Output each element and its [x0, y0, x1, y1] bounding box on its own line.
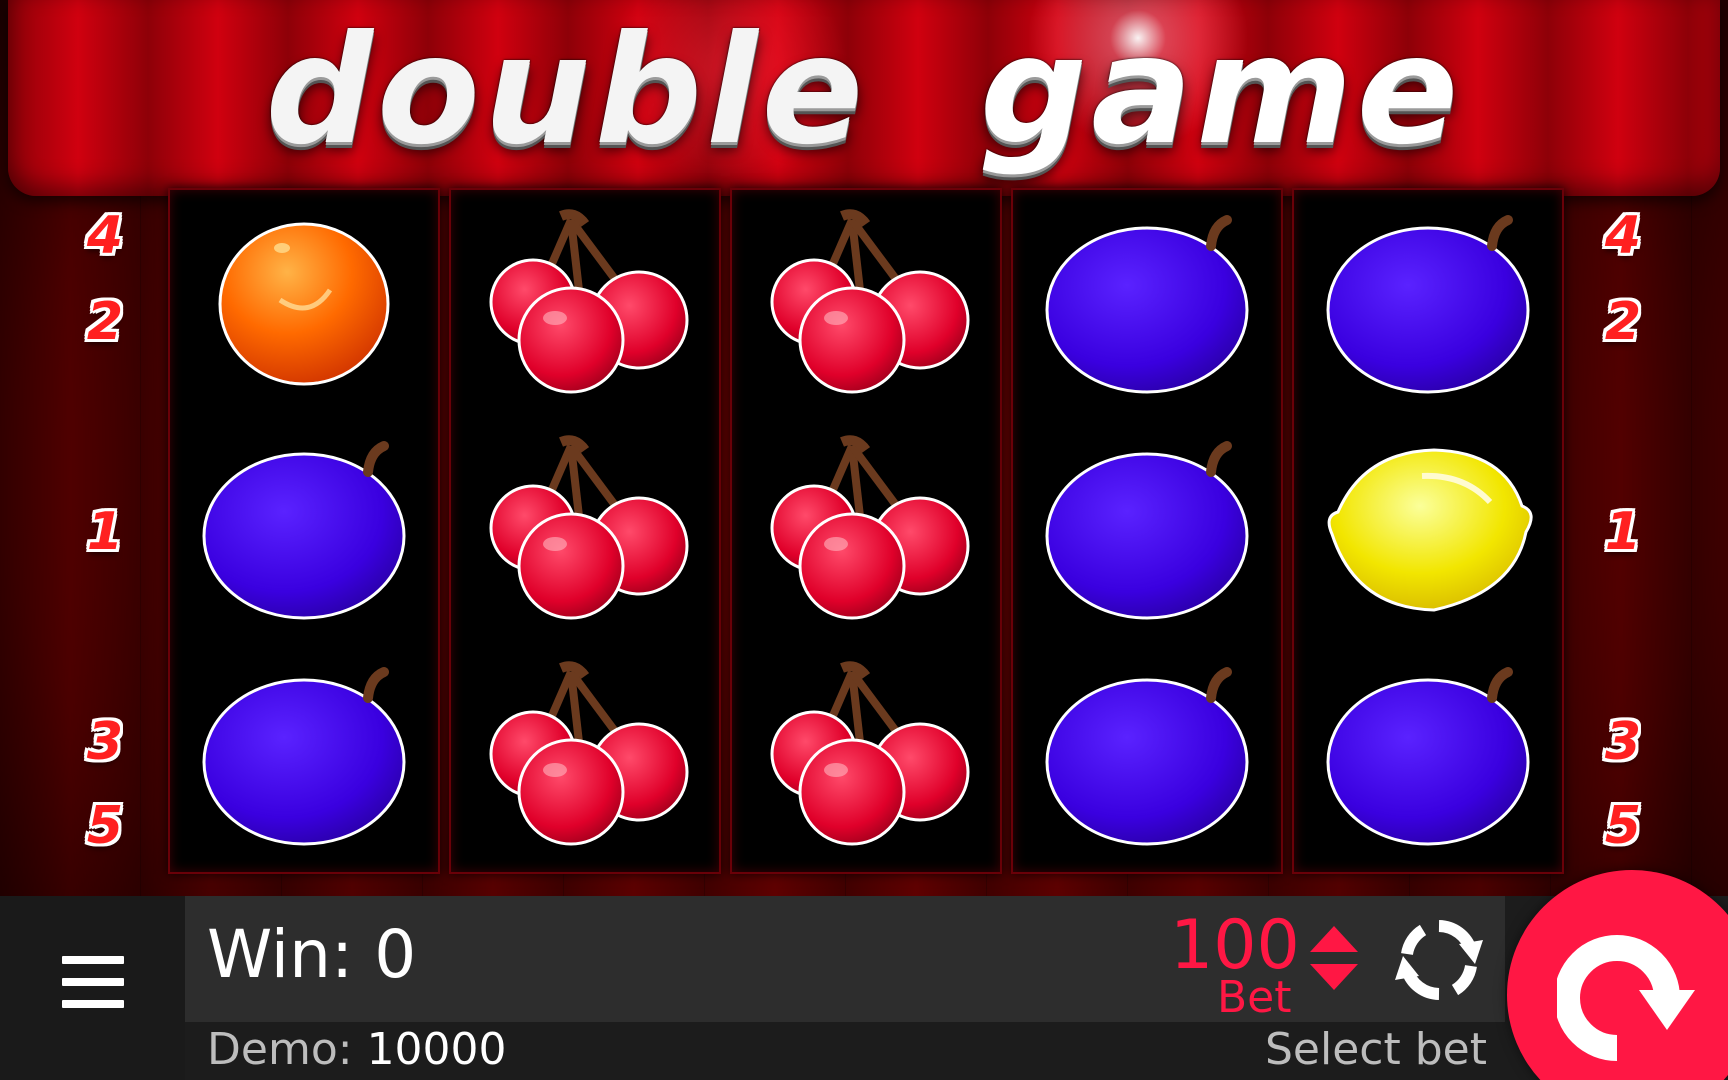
paylines-right: 4 2 1 3 5 — [1548, 196, 1698, 896]
plum-symbol-icon — [170, 642, 438, 868]
win-display: Win: 0 — [207, 916, 416, 993]
win-label: Win: — [207, 916, 354, 993]
paylines-left: 4 2 1 3 5 — [30, 196, 180, 896]
demo-value: 10000 — [366, 1024, 507, 1075]
cherry-symbol-icon — [451, 642, 719, 868]
payline-3-right[interactable]: 3 — [1548, 712, 1698, 772]
demo-label: Demo: — [207, 1024, 353, 1075]
cherry-symbol-icon — [451, 190, 719, 416]
reel-5 — [1292, 188, 1564, 874]
payline-4-right[interactable]: 4 — [1548, 206, 1698, 266]
title-banner: double game — [8, 0, 1720, 196]
plum-symbol-icon — [1294, 190, 1562, 416]
bet-decrease-arrow-icon[interactable] — [1310, 964, 1358, 990]
cherry-symbol-icon — [732, 642, 1000, 868]
payline-5-right[interactable]: 5 — [1548, 796, 1698, 856]
cherry-symbol-icon — [732, 190, 1000, 416]
win-value: 0 — [374, 916, 417, 993]
reel-3 — [730, 188, 1002, 874]
payline-4-left[interactable]: 4 — [30, 206, 180, 266]
title-word-game: game — [979, 4, 1463, 178]
bet-increase-arrow-icon[interactable] — [1310, 926, 1358, 952]
reels-area — [168, 188, 1564, 874]
payline-2-right[interactable]: 2 — [1548, 292, 1698, 352]
win-panel: Win: 0 100 Bet — [185, 896, 1505, 1022]
select-bet-label: Select bet — [1265, 1024, 1487, 1075]
plum-symbol-icon — [1013, 416, 1281, 642]
payline-3-left[interactable]: 3 — [30, 712, 180, 772]
orange-symbol-icon — [170, 190, 438, 416]
hamburger-menu-icon[interactable] — [62, 956, 124, 1012]
lemon-symbol-icon — [1294, 416, 1562, 642]
plum-symbol-icon — [1294, 642, 1562, 868]
bottom-bar: Win: 0 100 Bet Demo: 10000 Select bet — [0, 896, 1728, 1080]
game-screen: double game 4 2 1 3 5 4 2 1 3 5 Win: 0 1… — [0, 0, 1728, 1080]
payline-1-left[interactable]: 1 — [30, 502, 180, 562]
reel-1 — [168, 188, 440, 874]
spin-arrow-icon — [1557, 935, 1695, 1061]
plum-symbol-icon — [170, 416, 438, 642]
menu-area — [0, 896, 185, 1080]
plum-symbol-icon — [1013, 642, 1281, 868]
reel-2 — [449, 188, 721, 874]
reel-4 — [1011, 188, 1283, 874]
bet-label: Bet — [1217, 972, 1292, 1023]
payline-1-right[interactable]: 1 — [1548, 502, 1698, 562]
cherry-symbol-icon — [451, 416, 719, 642]
payline-2-left[interactable]: 2 — [30, 292, 180, 352]
payline-5-left[interactable]: 5 — [30, 796, 180, 856]
autoplay-refresh-icon[interactable] — [1393, 914, 1485, 1006]
plum-symbol-icon — [1013, 190, 1281, 416]
cherry-symbol-icon — [732, 416, 1000, 642]
game-title: double game — [8, 6, 1720, 176]
demo-balance: Demo: 10000 — [207, 1024, 507, 1075]
title-word-double: double — [265, 4, 868, 178]
